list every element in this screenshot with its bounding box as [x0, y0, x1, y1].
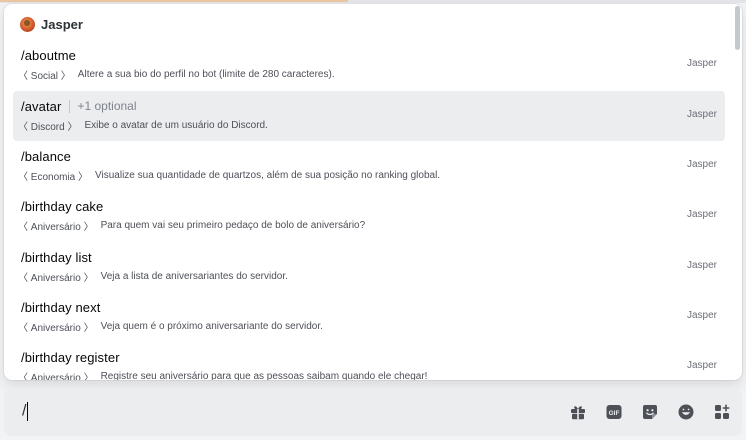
command-name: /birthday register — [21, 349, 120, 365]
command-source: Jasper — [686, 58, 717, 69]
section-header: Jasper — [20, 16, 83, 32]
gift-button[interactable] — [567, 401, 589, 423]
command-source: Jasper — [686, 209, 717, 220]
command-category: 〈 Aniversário 〉 — [18, 272, 94, 284]
command-name: /balance — [21, 148, 71, 164]
command-category: 〈 Economia 〉 — [18, 171, 89, 183]
apps-icon — [715, 404, 730, 419]
command-item-birthday-cake[interactable]: /birthday cake 〈 Aniversário 〉 Para quem… — [13, 191, 725, 241]
emoji-icon — [678, 404, 694, 420]
command-item-birthday-next[interactable]: /birthday next 〈 Aniversário 〉 Veja quem… — [13, 292, 725, 342]
gif-button[interactable]: GIF — [603, 401, 625, 423]
text-caret — [27, 402, 29, 421]
command-description: Exibe o avatar de um usuário do Discord. — [84, 119, 268, 131]
command-source: Jasper — [686, 159, 717, 170]
command-name: /birthday list — [21, 249, 92, 265]
command-category: 〈 Discord 〉 — [18, 121, 78, 133]
gif-label: GIF — [609, 410, 620, 417]
command-description: Veja a lista de aniversariantes do servi… — [100, 270, 288, 282]
command-description: Para quem vai seu primeiro pedaço de bol… — [100, 219, 366, 231]
command-name: /avatar — [21, 98, 62, 114]
command-name: /birthday next — [21, 299, 101, 315]
command-source: Jasper — [686, 360, 717, 371]
gift-icon — [571, 406, 585, 420]
gif-icon: GIF — [606, 405, 622, 419]
command-name: /birthday cake — [21, 198, 104, 214]
command-item-balance[interactable]: /balance 〈 Economia 〉 Visualize sua quan… — [13, 141, 725, 191]
command-item-birthday-list[interactable]: /birthday list 〈 Aniversário 〉 Veja a li… — [13, 242, 725, 292]
command-item-birthday-register[interactable]: /birthday register 〈 Aniversário 〉 Regis… — [13, 342, 725, 381]
command-category: 〈 Aniversário 〉 — [18, 372, 94, 381]
top-strip-accent — [0, 0, 348, 2]
command-description: Visualize sua quantidade de quartzos, al… — [95, 169, 441, 181]
command-category: 〈 Aniversário 〉 — [18, 221, 94, 233]
message-input[interactable]: / — [22, 402, 29, 421]
command-item-avatar[interactable]: /avatar +1 optional 〈 Discord 〉 Exibe o … — [13, 91, 725, 141]
command-source: Jasper — [686, 310, 717, 321]
message-input-bar[interactable]: / GIF — [4, 388, 742, 436]
message-input-value: / — [22, 402, 27, 420]
command-option-hint: +1 optional — [77, 99, 137, 113]
command-description: Altere a sua bio do perfil no bot (limit… — [77, 68, 335, 80]
apps-button[interactable] — [711, 401, 733, 423]
sticker-icon — [643, 405, 657, 419]
command-description: Veja quem é o próximo aniversariante do … — [100, 320, 323, 332]
app-avatar-icon — [20, 16, 35, 32]
command-description: Registre seu aniversário para que as pes… — [100, 370, 428, 381]
command-item-aboutme[interactable]: /aboutme 〈 Social 〉 Altere a sua bio do … — [13, 40, 725, 90]
command-source: Jasper — [686, 260, 717, 271]
section-title: Jasper — [41, 16, 83, 32]
top-strip — [0, 0, 746, 3]
emoji-button[interactable] — [675, 401, 697, 423]
command-category: 〈 Aniversário 〉 — [18, 322, 94, 334]
popout-scrollbar[interactable] — [735, 6, 740, 50]
command-name: /aboutme — [21, 47, 77, 63]
command-source: Jasper — [686, 109, 717, 120]
sticker-button[interactable] — [639, 401, 661, 423]
command-category: 〈 Social 〉 — [18, 70, 71, 82]
option-separator — [69, 99, 71, 113]
command-autocomplete-popout: Jasper /aboutme 〈 Social 〉 Altere a sua … — [4, 4, 742, 380]
